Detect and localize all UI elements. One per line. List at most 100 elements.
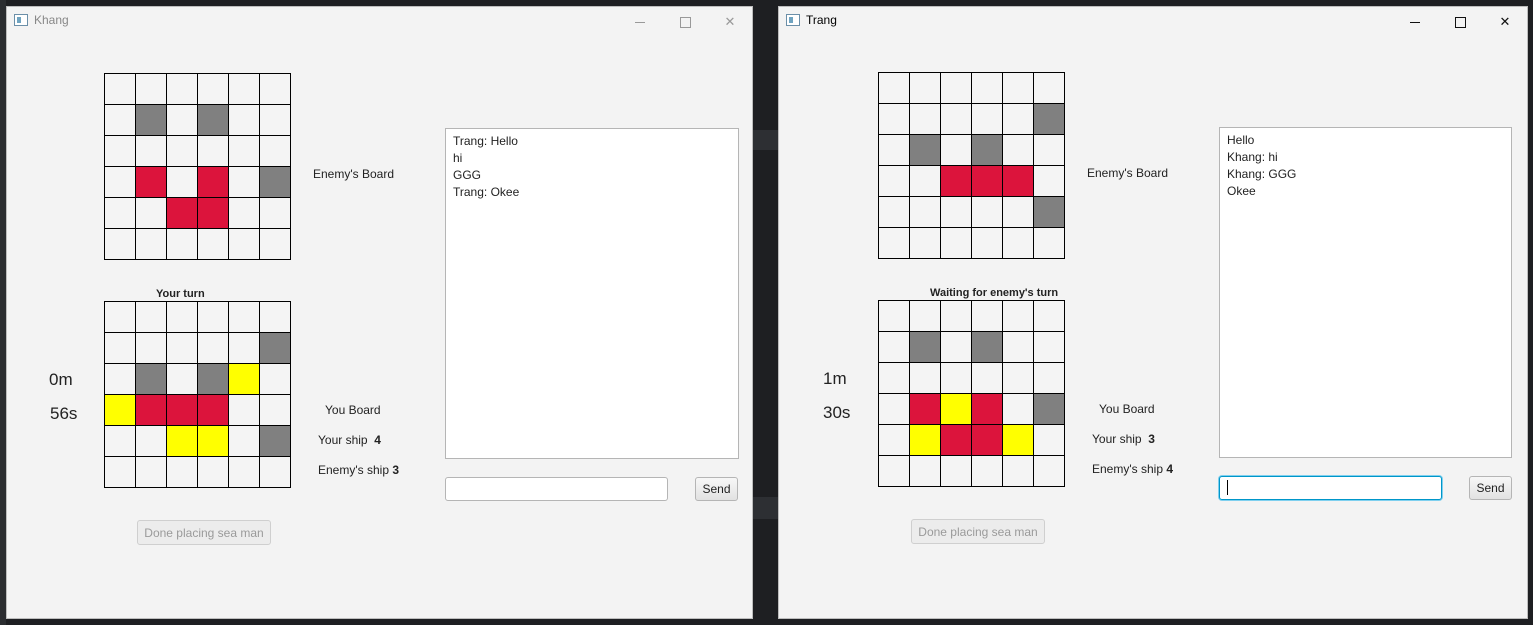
board-cell-ship[interactable] [910,332,941,363]
board-cell-miss[interactable] [105,395,136,426]
board-cell-ship[interactable] [972,135,1003,166]
board-cell-empty[interactable] [260,229,291,260]
board-cell-empty[interactable] [167,105,198,136]
board-cell-empty[interactable] [105,167,136,198]
board-cell-empty[interactable] [1003,228,1034,259]
board-cell-empty[interactable] [105,105,136,136]
board-cell-empty[interactable] [879,301,910,332]
title-bar[interactable]: Trang ✕ [779,7,1527,37]
board-cell-empty[interactable] [136,333,167,364]
board-cell-empty[interactable] [167,136,198,167]
board-cell-miss[interactable] [198,426,229,457]
board-cell-ship[interactable] [972,332,1003,363]
board-cell-ship[interactable] [1034,104,1065,135]
board-cell-miss[interactable] [167,426,198,457]
board-cell-empty[interactable] [1003,73,1034,104]
board-cell-empty[interactable] [910,228,941,259]
board-cell-ship[interactable] [1034,197,1065,228]
board-cell-hit[interactable] [136,395,167,426]
board-cell-empty[interactable] [260,457,291,488]
board-cell-empty[interactable] [972,456,1003,487]
board-cell-empty[interactable] [879,228,910,259]
board-cell-empty[interactable] [105,136,136,167]
board-cell-empty[interactable] [136,457,167,488]
board-cell-empty[interactable] [229,333,260,364]
board-cell-empty[interactable] [1034,166,1065,197]
board-cell-ship[interactable] [136,105,167,136]
board-cell-empty[interactable] [167,74,198,105]
board-cell-empty[interactable] [136,74,167,105]
board-cell-empty[interactable] [105,333,136,364]
board-cell-empty[interactable] [105,229,136,260]
board-cell-empty[interactable] [167,457,198,488]
board-cell-empty[interactable] [167,302,198,333]
board-cell-empty[interactable] [229,426,260,457]
board-cell-hit[interactable] [972,425,1003,456]
board-cell-empty[interactable] [1034,363,1065,394]
board-cell-empty[interactable] [879,135,910,166]
board-cell-empty[interactable] [879,394,910,425]
board-cell-empty[interactable] [260,105,291,136]
close-button[interactable]: ✕ [708,7,752,37]
board-cell-empty[interactable] [105,198,136,229]
board-cell-ship[interactable] [260,426,291,457]
board-cell-empty[interactable] [1003,332,1034,363]
board-cell-empty[interactable] [167,167,198,198]
board-cell-hit[interactable] [972,166,1003,197]
board-cell-hit[interactable] [198,395,229,426]
board-cell-empty[interactable] [879,363,910,394]
board-cell-empty[interactable] [941,332,972,363]
board-cell-empty[interactable] [105,302,136,333]
chat-input[interactable] [1219,476,1442,500]
board-cell-ship[interactable] [198,105,229,136]
board-cell-empty[interactable] [198,302,229,333]
board-cell-empty[interactable] [229,229,260,260]
board-cell-empty[interactable] [167,229,198,260]
board-cell-empty[interactable] [941,301,972,332]
chat-log[interactable]: Hello Khang: hi Khang: GGG Okee [1219,127,1512,458]
board-cell-empty[interactable] [972,73,1003,104]
board-cell-hit[interactable] [1003,166,1034,197]
board-cell-empty[interactable] [167,333,198,364]
board-cell-ship[interactable] [260,333,291,364]
board-cell-empty[interactable] [1034,73,1065,104]
board-cell-empty[interactable] [1034,228,1065,259]
board-cell-empty[interactable] [136,198,167,229]
board-cell-empty[interactable] [136,426,167,457]
board-cell-ship[interactable] [910,135,941,166]
board-cell-empty[interactable] [229,457,260,488]
board-cell-empty[interactable] [260,198,291,229]
chat-input[interactable] [445,477,668,501]
board-cell-miss[interactable] [229,364,260,395]
board-cell-empty[interactable] [198,136,229,167]
board-cell-empty[interactable] [910,301,941,332]
board-cell-ship[interactable] [198,364,229,395]
enemy-board-grid[interactable] [878,72,1065,259]
board-cell-empty[interactable] [879,166,910,197]
board-cell-empty[interactable] [229,136,260,167]
board-cell-miss[interactable] [1003,425,1034,456]
chat-log[interactable]: Trang: Hello hi GGG Trang: Okee [445,128,739,459]
title-bar[interactable]: Khang ✕ [7,7,752,37]
board-cell-empty[interactable] [105,74,136,105]
board-cell-empty[interactable] [198,229,229,260]
board-cell-empty[interactable] [229,302,260,333]
board-cell-miss[interactable] [910,425,941,456]
board-cell-empty[interactable] [941,73,972,104]
board-cell-empty[interactable] [229,198,260,229]
board-cell-empty[interactable] [910,73,941,104]
board-cell-empty[interactable] [1034,135,1065,166]
board-cell-empty[interactable] [260,74,291,105]
board-cell-hit[interactable] [167,395,198,426]
board-cell-empty[interactable] [229,74,260,105]
board-cell-empty[interactable] [941,197,972,228]
board-cell-empty[interactable] [105,364,136,395]
board-cell-empty[interactable] [105,457,136,488]
board-cell-empty[interactable] [198,457,229,488]
board-cell-empty[interactable] [198,74,229,105]
board-cell-hit[interactable] [167,198,198,229]
board-cell-empty[interactable] [260,302,291,333]
board-cell-empty[interactable] [1034,425,1065,456]
board-cell-empty[interactable] [1003,394,1034,425]
board-cell-empty[interactable] [910,363,941,394]
